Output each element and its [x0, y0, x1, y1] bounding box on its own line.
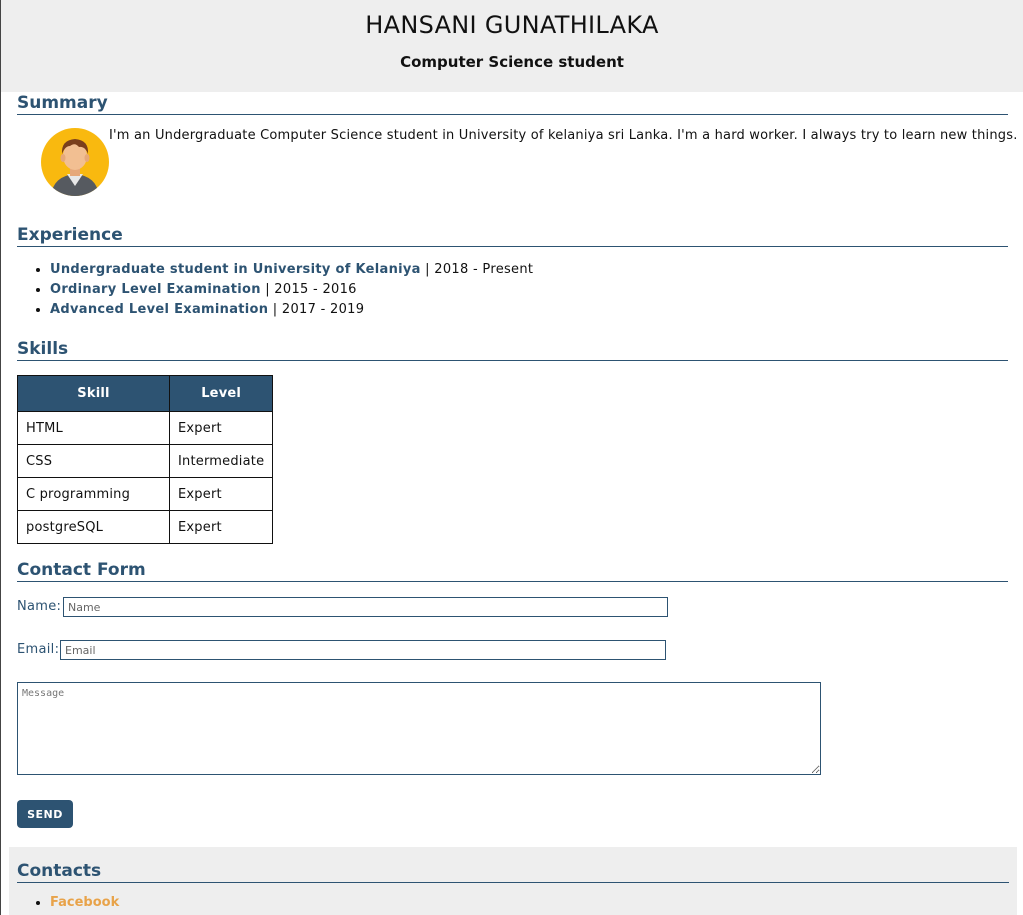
skill-cell: C programming: [17, 477, 170, 511]
page-subtitle: Computer Science student: [400, 53, 624, 71]
experience-item-period: | 2015 - 2016: [260, 282, 357, 297]
table-row: HTML Expert: [17, 411, 274, 445]
table-row: CSS Intermediate: [17, 444, 274, 478]
email-input[interactable]: [60, 640, 666, 660]
level-cell: Expert: [168, 477, 274, 511]
skills-table: Skill Level HTML Expert CSS Intermediate…: [17, 375, 274, 544]
summary-text: I'm an Undergraduate Computer Science st…: [109, 128, 1018, 143]
table-row: C programming Expert: [17, 477, 274, 511]
experience-item: Ordinary Level Examination | 2015 - 2016: [50, 280, 533, 300]
experience-item-title: Undergraduate student in University of K…: [50, 262, 421, 277]
experience-item-title: Advanced Level Examination: [50, 302, 269, 317]
name-label: Name:: [17, 599, 62, 614]
user-avatar-icon: [41, 128, 109, 196]
skill-column-header: Skill: [17, 375, 170, 412]
level-cell: Expert: [168, 510, 274, 544]
level-cell: Expert: [168, 411, 274, 445]
facebook-link[interactable]: Facebook: [50, 895, 119, 910]
experience-item: Undergraduate student in University of K…: [50, 260, 533, 280]
contacts-section: Contacts Facebook: [9, 847, 1017, 915]
experience-item: Advanced Level Examination | 2017 - 2019: [50, 300, 533, 320]
skill-cell: HTML: [17, 411, 170, 445]
experience-heading: Experience: [17, 224, 1008, 247]
skill-cell: postgreSQL: [17, 510, 170, 544]
contact-form-heading: Contact Form: [17, 559, 1008, 582]
level-cell: Intermediate: [168, 444, 274, 478]
page-header: HANSANI GUNATHILAKA Computer Science stu…: [1, 0, 1023, 92]
experience-list: Undergraduate student in University of K…: [17, 260, 533, 320]
list-item: Facebook: [50, 895, 119, 910]
email-label: Email:: [17, 642, 60, 657]
table-row: postgreSQL Expert: [17, 510, 274, 544]
skills-table-header: Skill Level: [17, 375, 274, 412]
contacts-heading: Contacts: [17, 860, 1009, 883]
message-textarea[interactable]: [17, 682, 821, 775]
skills-heading: Skills: [17, 338, 1008, 361]
experience-item-period: | 2018 - Present: [420, 262, 534, 277]
page-title: HANSANI GUNATHILAKA: [365, 11, 659, 39]
skill-cell: CSS: [17, 444, 170, 478]
contact-list: Facebook: [17, 895, 119, 910]
name-input[interactable]: [63, 597, 668, 617]
summary-heading: Summary: [17, 92, 1008, 115]
experience-item-title: Ordinary Level Examination: [50, 282, 261, 297]
experience-item-period: | 2017 - 2019: [268, 302, 365, 317]
send-button[interactable]: SEND: [17, 800, 73, 828]
level-column-header: Level: [168, 375, 274, 412]
